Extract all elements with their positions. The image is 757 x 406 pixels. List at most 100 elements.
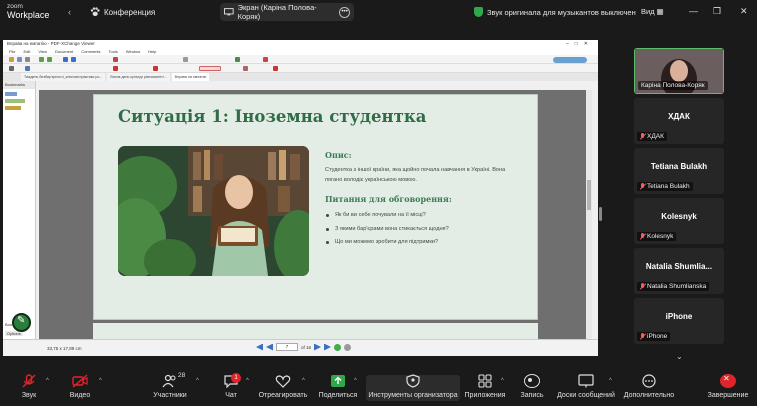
screen-share-indicator[interactable]: Экран (Каріна Полова-Коряк) •••: [220, 3, 354, 21]
participant-tile[interactable]: iPhone iPhone: [634, 298, 724, 344]
minimize-icon[interactable]: —: [689, 6, 698, 16]
participant-tile[interactable]: ХДАК ХДАК: [634, 98, 724, 144]
whiteboards-options-caret[interactable]: ^: [609, 378, 612, 384]
participant-name: Tetiana Bulakh: [650, 162, 708, 171]
snapshot-icon[interactable]: [113, 57, 118, 62]
participant-tile[interactable]: Каріна Полова-Коряк: [634, 48, 724, 99]
audio-button[interactable]: Звук: [12, 364, 46, 406]
menu-window[interactable]: Window: [126, 48, 140, 55]
menu-help[interactable]: Help: [148, 48, 156, 55]
chat-button[interactable]: Чат: [218, 364, 244, 406]
participant-tile[interactable]: Natalia Shumlia... Natalia Shumlianska: [634, 248, 724, 294]
menu-document[interactable]: Document: [55, 48, 73, 55]
bookmark-new-icon[interactable]: [5, 99, 25, 103]
whiteboards-button[interactable]: Доски сообщений: [556, 364, 616, 406]
original-sound-notice[interactable]: Звук оригинала для музыкантов выключен: [474, 7, 636, 17]
zoom-icon[interactable]: [183, 57, 188, 62]
last-page-icon[interactable]: [324, 343, 332, 351]
muted-mic-icon: [640, 183, 645, 190]
apps-button[interactable]: Приложения: [462, 364, 508, 406]
more-button[interactable]: Дополнительно: [620, 364, 678, 406]
menu-file[interactable]: File: [9, 48, 15, 55]
next-page-button[interactable]: [314, 343, 322, 351]
close-icon[interactable]: ✕: [740, 6, 748, 17]
chevron-down-icon[interactable]: ⌄: [676, 352, 683, 361]
print-icon[interactable]: [25, 57, 30, 62]
participant-tile[interactable]: Kolesnyk Kolesnyk: [634, 198, 724, 244]
shape-tool-icon[interactable]: [113, 66, 118, 71]
save-icon[interactable]: [17, 57, 22, 62]
pdf-page-viewport[interactable]: Ситуація 1: Іноземна студентка Опис: Сту…: [39, 90, 592, 339]
forward-icon[interactable]: [47, 57, 52, 62]
muted-mic-icon: [640, 133, 645, 140]
end-meeting-button[interactable]: Завершение: [704, 364, 752, 406]
bookmark-tool-icon[interactable]: [5, 92, 17, 96]
hand-tool-icon[interactable]: [9, 66, 14, 71]
monitor-icon: [224, 8, 234, 16]
react-button[interactable]: Отреагировать: [258, 364, 308, 406]
participant-label-text: iPhone: [647, 333, 668, 340]
menu-view[interactable]: View: [38, 48, 47, 55]
video-options-caret[interactable]: ^: [99, 378, 102, 384]
highlight-icon[interactable]: [153, 66, 158, 71]
view-button[interactable]: Вид ▦: [641, 7, 664, 16]
zoom-logo: zoom Workplace: [7, 2, 49, 20]
participants-button[interactable]: 28 Участники: [148, 364, 192, 406]
bookmark-edit-icon[interactable]: [5, 106, 21, 110]
prev-page-icon[interactable]: [63, 57, 68, 62]
meeting-controls: Звук ^ Видео ^ 28 Участники ^ Чат 1 ^ От…: [0, 364, 757, 406]
participants-options-caret[interactable]: ^: [196, 378, 199, 384]
participant-label-text: Kolesnyk: [647, 233, 674, 240]
record-button[interactable]: Запись: [516, 364, 548, 406]
first-page-icon[interactable]: [256, 343, 263, 351]
go-back-icon[interactable]: [344, 343, 352, 351]
host-tools-button[interactable]: Инструменты организатора: [366, 364, 460, 406]
menu-comments[interactable]: Comments: [81, 48, 100, 55]
open-icon[interactable]: [9, 57, 14, 62]
question-item: Як би ви себе почували на її місці?: [325, 211, 449, 225]
participant-label-text: Natalia Shumlianska: [647, 283, 707, 290]
conference-label: Конференция: [104, 7, 156, 17]
share-resize-handle[interactable]: [599, 207, 602, 221]
annotate-pencil-icon[interactable]: [12, 313, 31, 332]
page-number-input[interactable]: 7: [276, 343, 298, 351]
typewriter-icon[interactable]: [25, 66, 30, 71]
audio-options-caret[interactable]: ^: [46, 378, 49, 384]
participant-label: Natalia Shumlianska: [637, 282, 710, 291]
restore-icon[interactable]: ❐: [713, 6, 721, 17]
record-icon: [524, 374, 540, 388]
prev-page-button[interactable]: [266, 343, 273, 351]
zoom-in-icon[interactable]: [235, 57, 240, 62]
share-screen-icon: [331, 375, 345, 387]
pdf-window-controls[interactable]: –□✕: [566, 40, 594, 48]
next-page-icon[interactable]: [71, 57, 76, 62]
conference-button[interactable]: Конференция: [90, 7, 155, 17]
pdf-vertical-scrollbar[interactable]: [586, 90, 592, 339]
apps-options-caret[interactable]: ^: [501, 378, 504, 384]
scroll-thumb[interactable]: [587, 180, 591, 210]
shared-screen: Вправа на емпатію - PDF-XChange Viewer –…: [3, 40, 598, 356]
stamp-icon[interactable]: [199, 66, 221, 71]
pdf-document-tabs: Тиждень безбар'єрності_ключові практики …: [3, 73, 598, 81]
tab-document-1[interactable]: Тиждень безбар'єрності_ключові практики …: [21, 73, 106, 81]
pdf-toolbar-2: [3, 64, 598, 73]
menu-edit[interactable]: Edit: [23, 48, 30, 55]
share-options-caret[interactable]: ^: [354, 378, 357, 384]
tab-document-2[interactable]: Всеов день культур різноманітті...: [107, 73, 170, 81]
chat-options-caret[interactable]: ^: [246, 378, 249, 384]
more-icon: [642, 374, 656, 388]
question-item: З якими бар'єрами вона стикається щодня?: [325, 225, 449, 239]
back-icon[interactable]: [39, 57, 44, 62]
go-forward-icon[interactable]: [334, 343, 342, 351]
react-options-caret[interactable]: ^: [302, 378, 305, 384]
video-button[interactable]: Видео: [62, 364, 98, 406]
strike-icon[interactable]: [273, 66, 278, 71]
rotate-icon[interactable]: [263, 57, 268, 62]
tab-document-3[interactable]: Вправа на емпатію: [171, 73, 210, 81]
more-options-icon[interactable]: •••: [339, 6, 350, 18]
share-button[interactable]: Поделиться: [318, 364, 358, 406]
participant-tile[interactable]: Tetiana Bulakh Tetiana Bulakh: [634, 148, 724, 194]
arrow-tool-icon[interactable]: [243, 66, 248, 71]
menu-tools[interactable]: Tools: [109, 48, 118, 55]
chevron-left-icon[interactable]: ‹: [68, 7, 71, 17]
